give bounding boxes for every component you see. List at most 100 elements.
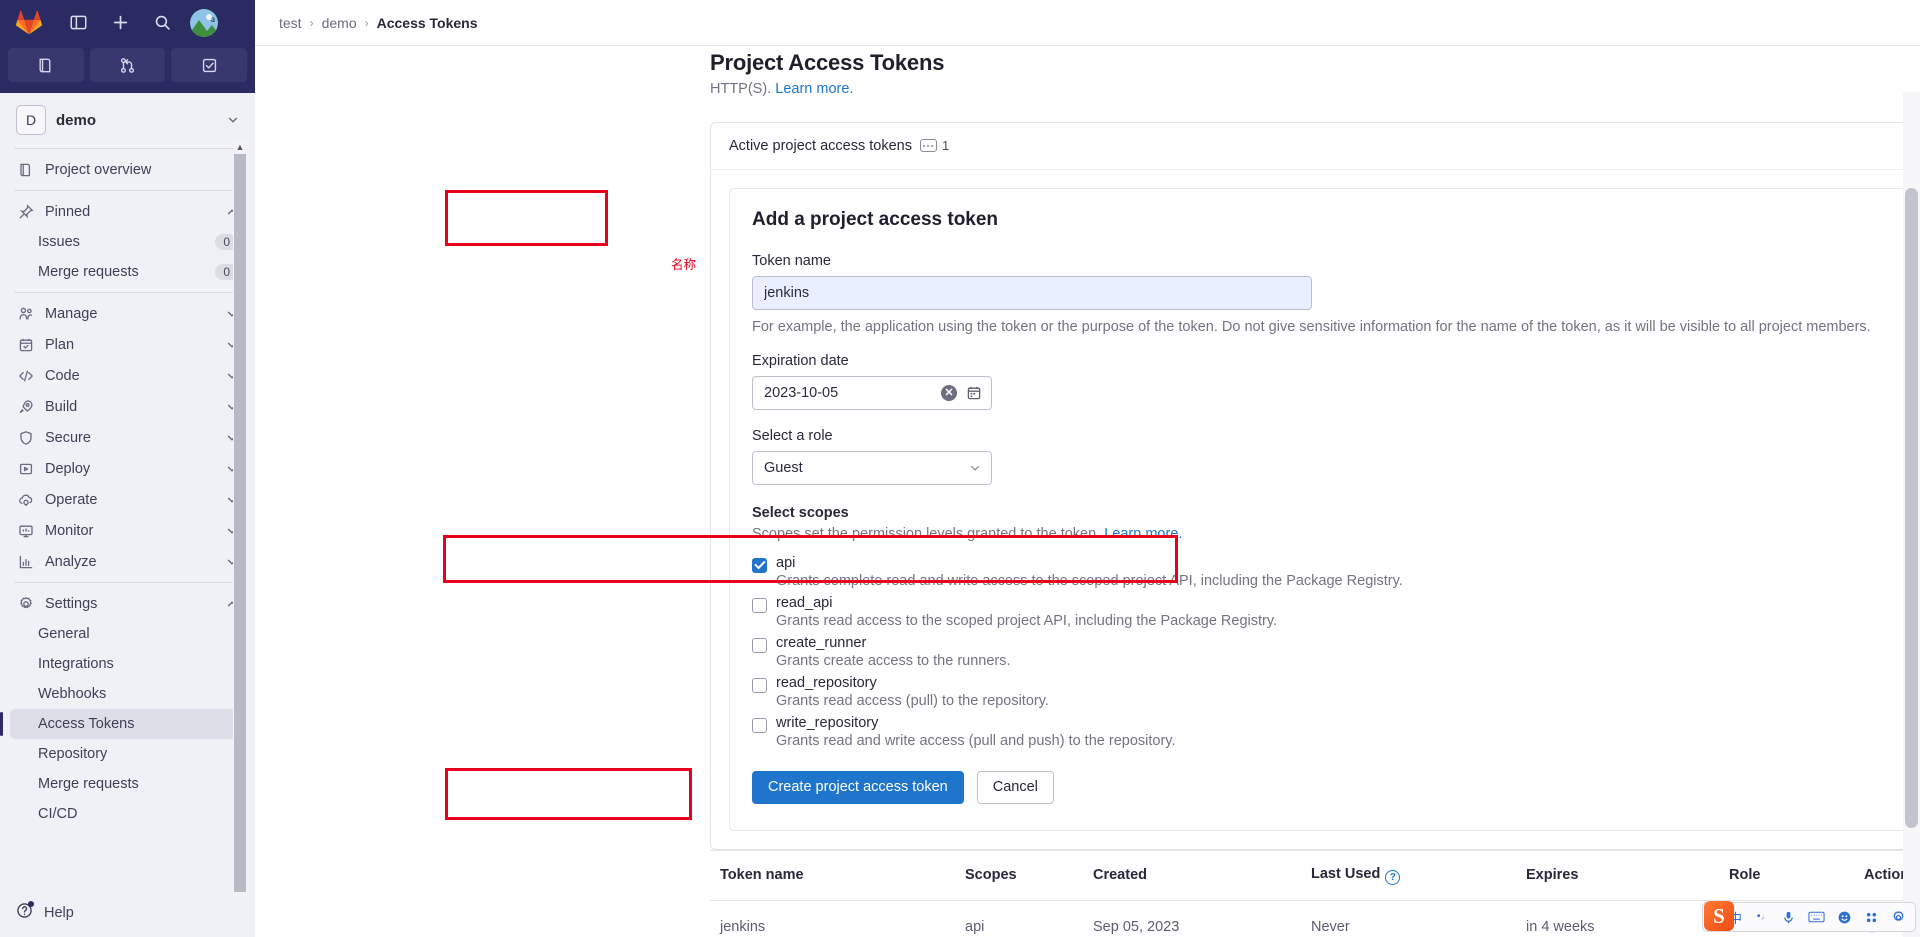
settings-icon[interactable]: [1891, 910, 1906, 925]
scopes-subtitle-text: Scopes set the permission levels granted…: [752, 525, 1105, 542]
keyboard-icon[interactable]: [1808, 910, 1825, 924]
scroll-up-arrow-icon[interactable]: ▲: [236, 141, 245, 154]
expiration-date-field[interactable]: 2023-10-05 ✕: [752, 375, 992, 410]
sidebar-item-label: Merge requests: [38, 264, 139, 280]
sidebar-item-plan[interactable]: Plan: [10, 329, 245, 360]
sidebar-item-label: Merge requests: [38, 776, 139, 792]
sidebar-item-issues[interactable]: Issues 0: [10, 227, 245, 257]
sidebar-item-cicd[interactable]: CI/CD: [10, 799, 245, 829]
sidebar-item-secure[interactable]: Secure: [10, 422, 245, 453]
emoji-icon[interactable]: [1837, 910, 1852, 925]
col-token-name: Token name: [710, 849, 955, 901]
breadcrumb-separator-icon: ›: [309, 15, 314, 30]
todo-check-icon[interactable]: [171, 48, 248, 82]
sidebar-item-operate[interactable]: Operate: [10, 484, 245, 515]
comma-icon[interactable]: [1754, 910, 1769, 925]
gitlab-logo-icon[interactable]: [12, 6, 46, 40]
sidebar-item-label: Build: [45, 398, 78, 415]
sidebar-item-label: Manage: [45, 305, 98, 322]
sidebar-toggle-icon[interactable]: [64, 9, 92, 37]
calendar-icon[interactable]: [966, 385, 982, 401]
scope-checkbox-read-api[interactable]: [752, 597, 767, 613]
main-content: test › demo › Access Tokens Project Acce…: [255, 0, 1920, 937]
role-select[interactable]: Guest: [752, 450, 992, 485]
scopes-learn-more-link[interactable]: Learn more.: [1104, 526, 1182, 542]
sidebar-item-code[interactable]: Code: [10, 360, 245, 391]
sidebar-item-manage[interactable]: Manage: [10, 298, 245, 329]
col-expires: Expires: [1516, 849, 1719, 901]
sidebar-item-label: Webhooks: [38, 686, 107, 702]
sidebar-scroll-track[interactable]: [233, 154, 247, 894]
scope-checkbox-create-runner[interactable]: [752, 637, 767, 653]
sidebar-item-general[interactable]: General: [10, 619, 245, 649]
plus-icon[interactable]: [106, 9, 134, 37]
breadcrumb-item-demo[interactable]: demo: [322, 15, 357, 31]
clear-x-icon[interactable]: ✕: [941, 384, 957, 401]
scope-name: read_api: [776, 594, 833, 611]
cell-last-used: Never: [1301, 900, 1516, 937]
scope-item-write-repository[interactable]: write_repository Grants read and write a…: [752, 715, 1918, 749]
scopes-subtitle: Scopes set the permission levels granted…: [752, 526, 1918, 542]
chevron-down-icon[interactable]: [969, 462, 981, 474]
user-avatar[interactable]: a: [190, 8, 218, 37]
project-overview-icon: [17, 161, 34, 178]
apps-icon[interactable]: [1864, 910, 1879, 925]
sidebar-item-label: Deploy: [45, 460, 91, 477]
sidebar-item-pinned[interactable]: Pinned: [10, 196, 245, 227]
token-name-input[interactable]: [752, 275, 1312, 310]
col-created: Created: [1083, 849, 1301, 901]
sidebar-item-build[interactable]: Build: [10, 391, 245, 422]
scope-item-read-api[interactable]: read_api Grants read access to the scope…: [752, 595, 1918, 629]
expiration-date-value: 2023-10-05: [764, 384, 839, 401]
sidebar-item-repository[interactable]: Repository: [10, 739, 245, 769]
sidebar-item-merge-requests[interactable]: Merge requests 0: [10, 257, 245, 287]
issue-book-icon[interactable]: [8, 48, 84, 82]
intro-learn-more-link[interactable]: Learn more.: [775, 81, 853, 97]
token-pill-icon: [919, 139, 937, 153]
help-label: Help: [44, 904, 74, 921]
sidebar-topbar: a: [0, 0, 255, 45]
cancel-button[interactable]: Cancel: [976, 770, 1054, 804]
chevron-down-icon[interactable]: [227, 114, 239, 126]
scope-name: api: [776, 554, 796, 571]
microphone-icon[interactable]: [1781, 910, 1796, 925]
cell-expires: in 4 weeks: [1516, 900, 1719, 937]
scope-item-create-runner[interactable]: create_runner Grants create access to th…: [752, 635, 1918, 669]
create-token-button[interactable]: Create project access token: [752, 770, 964, 804]
sidebar-item-monitor[interactable]: Monitor: [10, 515, 245, 546]
scope-checkbox-read-repository[interactable]: [752, 677, 767, 693]
breadcrumb-separator-icon: ›: [364, 15, 369, 30]
question-circle-icon[interactable]: ?: [1385, 869, 1401, 885]
add-token-form: Add a project access token Token name Fo…: [729, 187, 1920, 831]
sidebar-project-context[interactable]: D demo: [10, 97, 245, 143]
breadcrumb-item-test[interactable]: test: [279, 15, 302, 31]
sidebar-item-label: Pinned: [45, 203, 91, 220]
cell-token-name: jenkins: [710, 900, 955, 937]
sidebar-item-deploy[interactable]: Deploy: [10, 453, 245, 484]
sidebar-item-webhooks[interactable]: Webhooks: [10, 679, 245, 709]
scope-checkbox-write-repository[interactable]: [752, 717, 767, 733]
main-scroll-thumb[interactable]: [1905, 188, 1918, 828]
sogou-logo-icon[interactable]: S: [1703, 901, 1734, 931]
sidebar-item-settings[interactable]: Settings: [10, 588, 245, 619]
sidebar-item-integrations[interactable]: Integrations: [10, 649, 245, 679]
scope-item-api[interactable]: api Grants complete read and write acces…: [752, 555, 1918, 589]
settings-gear-icon: [17, 595, 34, 612]
scope-item-read-repository[interactable]: read_repository Grants read access (pull…: [752, 675, 1918, 709]
help-button[interactable]: Help: [16, 901, 239, 923]
sidebar-item-settings-merge-requests[interactable]: Merge requests: [10, 769, 245, 799]
divider: [14, 292, 241, 293]
scope-checkbox-api[interactable]: [752, 557, 767, 573]
scope-description: Grants read and write access (pull and p…: [776, 732, 1176, 749]
search-icon[interactable]: [148, 9, 176, 37]
sidebar-scrollbar[interactable]: ▲ ▼: [233, 141, 247, 894]
cell-created: Sep 05, 2023: [1083, 900, 1301, 937]
sidebar-item-label: Repository: [38, 746, 108, 762]
sidebar-item-analyze[interactable]: Analyze: [10, 546, 245, 577]
sidebar-scroll-thumb[interactable]: [234, 154, 246, 894]
sidebar-item-project-overview[interactable]: Project overview: [10, 154, 245, 185]
sidebar-item-access-tokens[interactable]: Access Tokens: [0, 709, 245, 739]
manage-users-icon: [17, 305, 34, 322]
main-scrollbar[interactable]: [1903, 92, 1920, 937]
merge-request-icon[interactable]: [89, 48, 166, 82]
